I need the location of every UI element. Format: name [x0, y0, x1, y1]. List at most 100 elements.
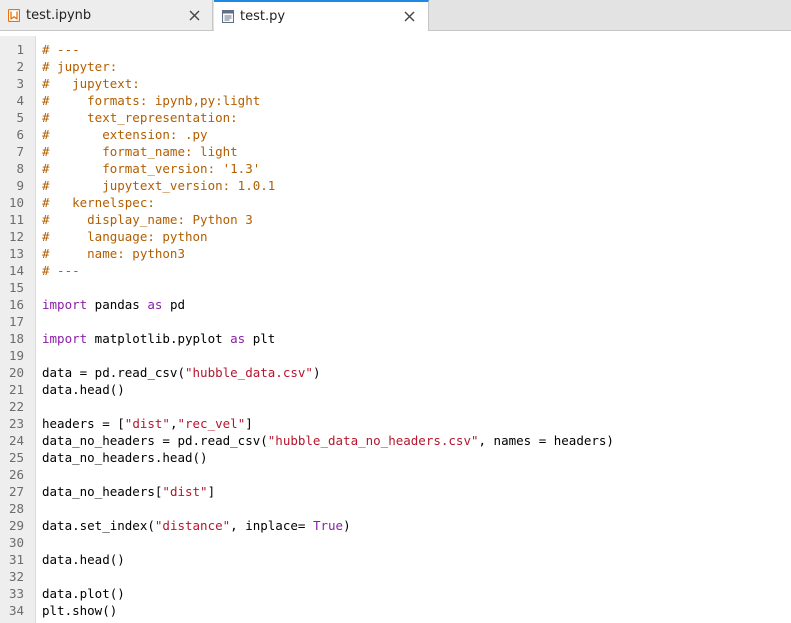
tab-bar: test.ipynb test.py — [0, 0, 791, 31]
code-token: # format_version: '1.3' — [42, 161, 261, 176]
line-number: 18 — [8, 331, 24, 346]
line-number: 27 — [8, 484, 24, 499]
editor-window: test.ipynb test.py 1 # --- 2 # jupyter: 3 # j… — [0, 0, 791, 623]
line-number: 31 — [8, 552, 24, 567]
code-line[interactable]: 24 data_no_headers = pd.read_csv("hubble_… — [0, 432, 791, 449]
code-text: # --- — [42, 41, 80, 58]
code-line[interactable]: 29 data.set_index("distance", inplace= Tr… — [0, 517, 791, 534]
line-number: 30 — [8, 535, 24, 550]
code-text: headers = ["dist","rec_vel"] — [42, 415, 253, 432]
code-text: # display_name: Python 3 — [42, 211, 253, 228]
code-line[interactable]: 7 # format_name: light — [0, 143, 791, 160]
code-line[interactable]: 25 data_no_headers.head() — [0, 449, 791, 466]
code-line[interactable]: 3 # jupytext: — [0, 75, 791, 92]
code-line[interactable]: 17 — [0, 313, 791, 330]
code-line[interactable]: 27 data_no_headers["dist"] — [0, 483, 791, 500]
code-line[interactable]: 10 # kernelspec: — [0, 194, 791, 211]
file-text-icon — [222, 10, 234, 23]
code-line[interactable]: 14 # --- — [0, 262, 791, 279]
line-number: 1 — [16, 42, 24, 57]
line-number: 19 — [8, 348, 24, 363]
code-editor[interactable]: 1 # --- 2 # jupyter: 3 # jupytext: 4 # formats:… — [0, 36, 791, 623]
line-number: 22 — [8, 399, 24, 414]
code-line[interactable]: 15 — [0, 279, 791, 296]
code-text: # format_version: '1.3' — [42, 160, 260, 177]
line-number: 10 — [8, 195, 24, 210]
tab-label: test.py — [240, 9, 286, 24]
code-line[interactable]: 4 # formats: ipynb,py:light — [0, 92, 791, 109]
line-number: 25 — [8, 450, 24, 465]
code-text: # text_representation: — [42, 109, 238, 126]
code-line[interactable]: 30 — [0, 534, 791, 551]
code-line[interactable]: 8 # format_version: '1.3' — [0, 160, 791, 177]
code-line[interactable]: 6 # extension: .py — [0, 126, 791, 143]
code-line[interactable]: 34 plt.show() — [0, 602, 791, 619]
code-line[interactable]: 23 headers = ["dist","rec_vel"] — [0, 415, 791, 432]
code-line[interactable]: 28 — [0, 500, 791, 517]
code-line[interactable]: 1 # --- — [0, 41, 791, 58]
code-line[interactable]: 31 data.head() — [0, 551, 791, 568]
line-number: 5 — [16, 110, 24, 125]
code-text: data = pd.read_csv("hubble_data.csv") — [42, 364, 320, 381]
code-line[interactable]: 22 — [0, 398, 791, 415]
code-text: # --- — [42, 262, 80, 279]
code-token: data.plot() — [42, 586, 125, 601]
line-number: 4 — [16, 93, 24, 108]
code-token: # --- — [42, 42, 80, 57]
code-text: data.head() — [42, 551, 125, 568]
code-token: "distance" — [154, 518, 231, 533]
code-line[interactable]: 32 — [0, 568, 791, 585]
code-line[interactable]: 5 # text_representation: — [0, 109, 791, 126]
code-line[interactable]: 21 data.head() — [0, 381, 791, 398]
code-line[interactable]: 20 data = pd.read_csv("hubble_data.csv") — [0, 364, 791, 381]
code-token: ) — [343, 518, 351, 533]
code-token: True — [312, 518, 344, 533]
code-line[interactable]: 12 # language: python — [0, 228, 791, 245]
code-token: data = pd.read_csv( — [42, 365, 185, 380]
code-text: data.head() — [42, 381, 125, 398]
line-number: 28 — [8, 501, 24, 516]
line-number: 29 — [8, 518, 24, 533]
line-number: 13 — [8, 246, 24, 261]
code-line[interactable]: 33 data.plot() — [0, 585, 791, 602]
code-line[interactable]: 16 import pandas as pd — [0, 296, 791, 313]
code-text: import matplotlib.pyplot as plt — [42, 330, 275, 347]
code-token: , names = headers) — [478, 433, 614, 448]
close-icon[interactable] — [187, 8, 201, 22]
tab-test-py[interactable]: test.py — [214, 0, 429, 31]
tab-label: test.ipynb — [26, 7, 92, 23]
code-token: # format_name: light — [42, 144, 238, 159]
code-token: # jupyter: — [42, 59, 118, 74]
line-number: 14 — [8, 263, 24, 278]
code-token: # display_name: Python 3 — [42, 212, 253, 227]
line-number: 17 — [8, 314, 24, 329]
code-token: matplotlib.pyplot — [87, 331, 231, 346]
code-line[interactable]: 26 — [0, 466, 791, 483]
code-line[interactable]: 13 # name: python3 — [0, 245, 791, 262]
code-text: # extension: .py — [42, 126, 208, 143]
code-token: data.head() — [42, 552, 125, 567]
line-number: 15 — [8, 280, 24, 295]
code-line[interactable]: 9 # jupytext_version: 1.0.1 — [0, 177, 791, 194]
code-token: # language: python — [42, 229, 208, 244]
code-line[interactable]: 11 # display_name: Python 3 — [0, 211, 791, 228]
line-number: 32 — [8, 569, 24, 584]
line-number: 20 — [8, 365, 24, 380]
line-number: 21 — [8, 382, 24, 397]
code-line[interactable]: 2 # jupyter: — [0, 58, 791, 75]
code-line[interactable]: 19 — [0, 347, 791, 364]
code-token: plt — [245, 331, 276, 346]
code-token: # jupytext: — [42, 76, 140, 91]
code-token: data.set_index( — [42, 518, 155, 533]
line-number: 34 — [8, 603, 24, 618]
tab-test-ipynb[interactable]: test.ipynb — [0, 0, 213, 30]
code-token: plt.show() — [42, 603, 118, 618]
code-token: # name: python3 — [42, 246, 185, 261]
close-icon[interactable] — [402, 10, 416, 24]
code-token: headers = [ — [42, 416, 125, 431]
code-text: import pandas as pd — [42, 296, 185, 313]
code-line[interactable]: 18 import matplotlib.pyplot as plt — [0, 330, 791, 347]
code-token: as — [230, 331, 246, 346]
code-token: import — [42, 297, 88, 312]
line-number: 23 — [8, 416, 24, 431]
